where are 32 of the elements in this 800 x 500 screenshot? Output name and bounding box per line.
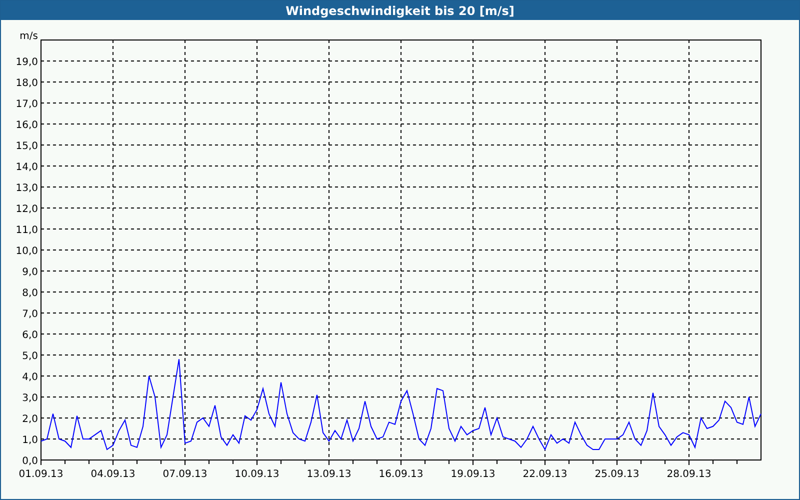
y-axis-label: 18,0 [16, 78, 38, 89]
x-axis-label: 28.09.13 [666, 469, 712, 480]
y-axis-label: 12,0 [16, 204, 38, 215]
y-axis-label: 2,0 [22, 414, 38, 425]
y-axis-label: 16,0 [16, 120, 38, 131]
x-axis-label: 22.09.13 [522, 469, 568, 480]
y-axis-label: 14,0 [16, 162, 38, 173]
y-axis-label: 10,0 [16, 246, 38, 257]
y-axis-label: 13,0 [16, 183, 38, 194]
y-axis-label: 4,0 [22, 372, 38, 383]
y-axis-label: 19,0 [16, 57, 38, 68]
y-axis-label: 15,0 [16, 141, 38, 152]
y-axis-label: 8,0 [22, 288, 38, 299]
x-axis-label: 25.09.13 [594, 469, 640, 480]
x-axis-label: 16.09.13 [378, 469, 424, 480]
y-axis-label: 7,0 [22, 309, 38, 320]
y-axis-label: 3,0 [22, 393, 38, 404]
x-axis-label: 04.09.13 [90, 469, 136, 480]
x-axis-label: 10.09.13 [234, 469, 280, 480]
x-axis-label: 13.09.13 [306, 469, 352, 480]
y-axis-label: 6,0 [22, 330, 38, 341]
x-axis-label: 01.09.13 [18, 469, 64, 480]
x-axis-label: 19.09.13 [450, 469, 496, 480]
x-axis-label: 07.09.13 [162, 469, 208, 480]
window-title: Windgeschwindigkeit bis 20 [m/s] [1, 1, 799, 20]
y-axis-label: 1,0 [22, 435, 38, 446]
y-axis-label: 5,0 [22, 351, 38, 362]
y-axis-label: 0,0 [22, 456, 38, 467]
y-axis-label: 9,0 [22, 267, 38, 278]
y-axis-label: 11,0 [16, 225, 38, 236]
y-axis-label: 17,0 [16, 99, 38, 110]
y-axis-unit: m/s [20, 31, 38, 42]
